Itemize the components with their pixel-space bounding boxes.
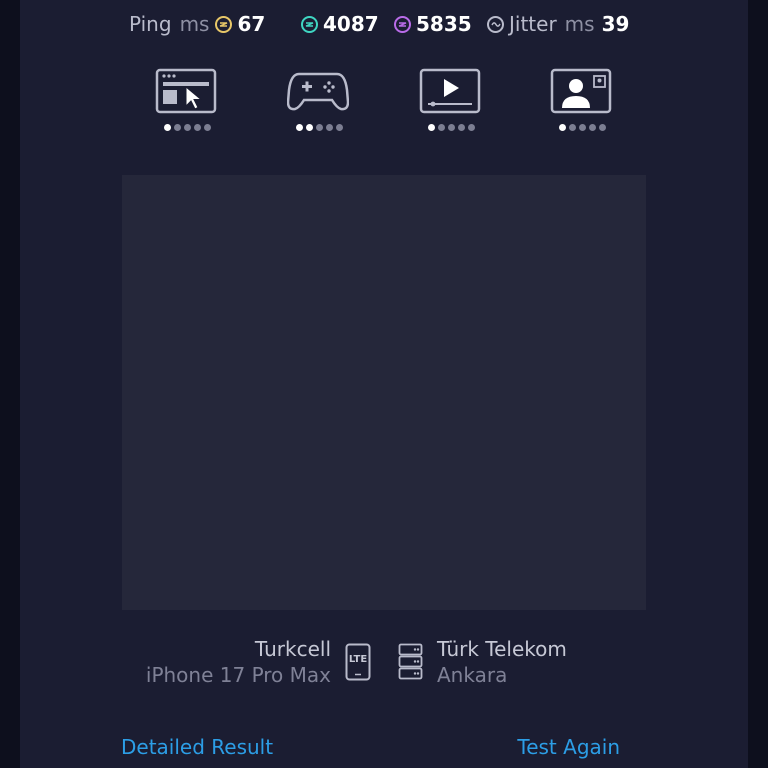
server-icon [398, 643, 424, 685]
upload-icon [394, 15, 411, 33]
ping-unit: ms [179, 12, 210, 36]
download-stat: 4087 [301, 8, 379, 40]
video-call-rating [550, 124, 614, 131]
gaming-rating [287, 124, 351, 131]
rating-dot-empty [437, 124, 445, 131]
carrier-name: Turkcell [254, 637, 331, 661]
ping-stat: Ping ms 67 [129, 8, 265, 40]
rating-dot-filled [295, 124, 303, 131]
rating-dot-empty [335, 124, 343, 131]
rating-dot-empty [588, 124, 596, 131]
test-again-link[interactable]: Test Again [517, 735, 620, 759]
jitter-unit: ms [564, 12, 595, 36]
rating-dot-empty [315, 124, 323, 131]
device-name: iPhone 17 Pro Max [145, 663, 331, 687]
rating-dot-filled [163, 124, 171, 131]
gaming-quality [287, 68, 351, 138]
rating-dot-empty [467, 124, 475, 131]
phone-lte-icon: LTE [345, 643, 371, 685]
rating-dot-empty [447, 124, 455, 131]
jitter-stat: Jitter ms 39 [487, 8, 629, 40]
rating-dot-empty [598, 124, 606, 131]
detailed-result-link[interactable]: Detailed Result [121, 735, 273, 759]
browsing-quality [155, 68, 219, 138]
connection-badge: LTE [348, 654, 368, 665]
server-city: Ankara [437, 663, 508, 687]
gaming-icon [287, 72, 349, 111]
browsing-rating [155, 124, 219, 131]
rating-dot-empty [578, 124, 586, 131]
browsing-icon [155, 68, 217, 114]
server-provider-name: Türk Telekom [437, 637, 567, 661]
rating-dot-empty [457, 124, 465, 131]
streaming-icon [419, 68, 481, 114]
video-player-area[interactable] [122, 175, 646, 610]
rating-dot-empty [325, 124, 333, 131]
streaming-quality [419, 68, 483, 138]
rating-dot-filled [305, 124, 313, 131]
rating-dot-empty [173, 124, 181, 131]
download-value: 4087 [323, 12, 379, 36]
ping-icon [215, 15, 233, 33]
streaming-rating [419, 124, 483, 131]
video-call-quality [550, 68, 614, 138]
upload-stat: 5835 [394, 8, 472, 40]
ping-label: Ping [129, 12, 172, 36]
rating-dot-empty [183, 124, 191, 131]
rating-dot-empty [193, 124, 201, 131]
video-call-icon [550, 68, 612, 114]
rating-dot-filled [427, 124, 435, 131]
download-icon [301, 15, 318, 33]
jitter-label: Jitter [509, 12, 557, 36]
upload-value: 5835 [416, 12, 472, 36]
screen: Ping ms 67 4087 5835 Jitter ms 39 Turkce… [0, 0, 768, 768]
stats-row: Ping ms 67 4087 5835 Jitter ms 39 [0, 8, 768, 40]
jitter-value: 39 [601, 12, 630, 36]
ping-value: 67 [237, 12, 266, 36]
rating-dot-filled [558, 124, 566, 131]
jitter-icon [487, 15, 504, 33]
rating-dot-empty [568, 124, 576, 131]
rating-dot-empty [203, 124, 211, 131]
